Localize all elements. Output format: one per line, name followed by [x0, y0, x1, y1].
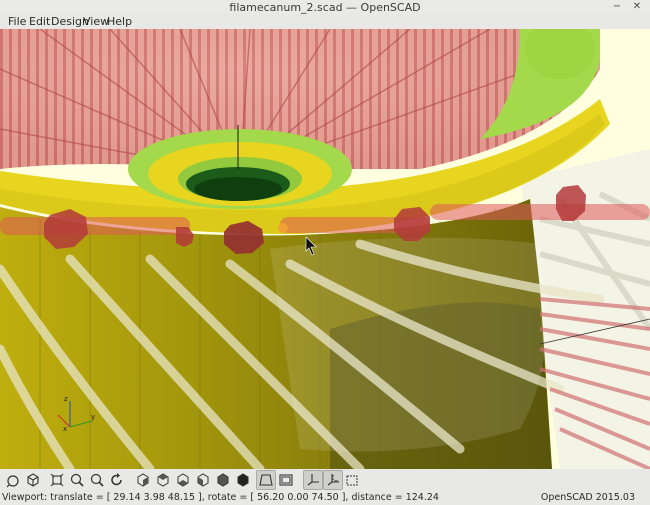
view-all-icon	[50, 473, 64, 487]
title-bar: filamecanum_2.scad — OpenSCAD − ✕	[0, 0, 650, 14]
close-button[interactable]: ✕	[631, 1, 643, 13]
render-button[interactable]	[24, 471, 42, 489]
menu-view[interactable]: View	[83, 15, 109, 28]
view-right-icon	[137, 473, 149, 487]
rendered-model: z y x	[0, 29, 650, 469]
show-axes-button[interactable]	[303, 470, 323, 490]
show-scale-button[interactable]	[323, 470, 343, 490]
axis-z-label: z	[64, 395, 68, 403]
viewport-status: Viewport: translate = [ 29.14 3.98 48.15…	[2, 492, 439, 503]
preview-button[interactable]	[4, 471, 22, 489]
perspective-button[interactable]	[256, 470, 276, 490]
show-edges-button[interactable]	[343, 471, 361, 489]
view-left-icon	[197, 473, 209, 487]
view-back-icon	[237, 473, 249, 487]
axis-x-label: x	[63, 425, 67, 433]
menu-help[interactable]: Help	[107, 15, 132, 28]
view-bottom-icon	[177, 473, 189, 487]
zoom-in-button[interactable]	[68, 471, 86, 489]
reset-view-icon	[111, 473, 122, 486]
3d-viewport[interactable]: z y x	[0, 29, 650, 469]
window-title: filamecanum_2.scad — OpenSCAD	[229, 1, 421, 14]
preview-icon	[6, 475, 19, 488]
show-scale-icon	[327, 474, 339, 486]
status-bar: Viewport: translate = [ 29.14 3.98 48.15…	[0, 491, 650, 505]
view-left-button[interactable]	[194, 471, 212, 489]
orthogonal-icon	[279, 474, 293, 486]
zoom-out-button[interactable]	[88, 471, 106, 489]
show-edges-icon	[346, 475, 358, 486]
view-front-button[interactable]	[214, 471, 232, 489]
toolbar	[0, 469, 650, 491]
view-back-button[interactable]	[234, 471, 252, 489]
view-front-icon	[217, 473, 229, 487]
show-axes-icon	[307, 474, 319, 486]
view-all-button[interactable]	[48, 471, 66, 489]
menu-bar: File Edit Design View Help	[0, 14, 650, 29]
minimize-button[interactable]: −	[611, 1, 623, 13]
view-right-button[interactable]	[134, 471, 152, 489]
perspective-icon	[259, 474, 273, 486]
zoom-out-icon	[90, 473, 104, 487]
view-top-icon	[157, 473, 169, 487]
menu-edit[interactable]: Edit	[29, 15, 50, 28]
reset-view-button[interactable]	[108, 471, 126, 489]
view-top-button[interactable]	[154, 471, 172, 489]
version-label: OpenSCAD 2015.03	[540, 492, 635, 503]
orthogonal-button[interactable]	[277, 471, 295, 489]
view-bottom-button[interactable]	[174, 471, 192, 489]
axis-y-label: y	[91, 413, 95, 421]
render-icon	[27, 473, 39, 487]
menu-file[interactable]: File	[8, 15, 26, 28]
zoom-in-icon	[70, 473, 84, 487]
